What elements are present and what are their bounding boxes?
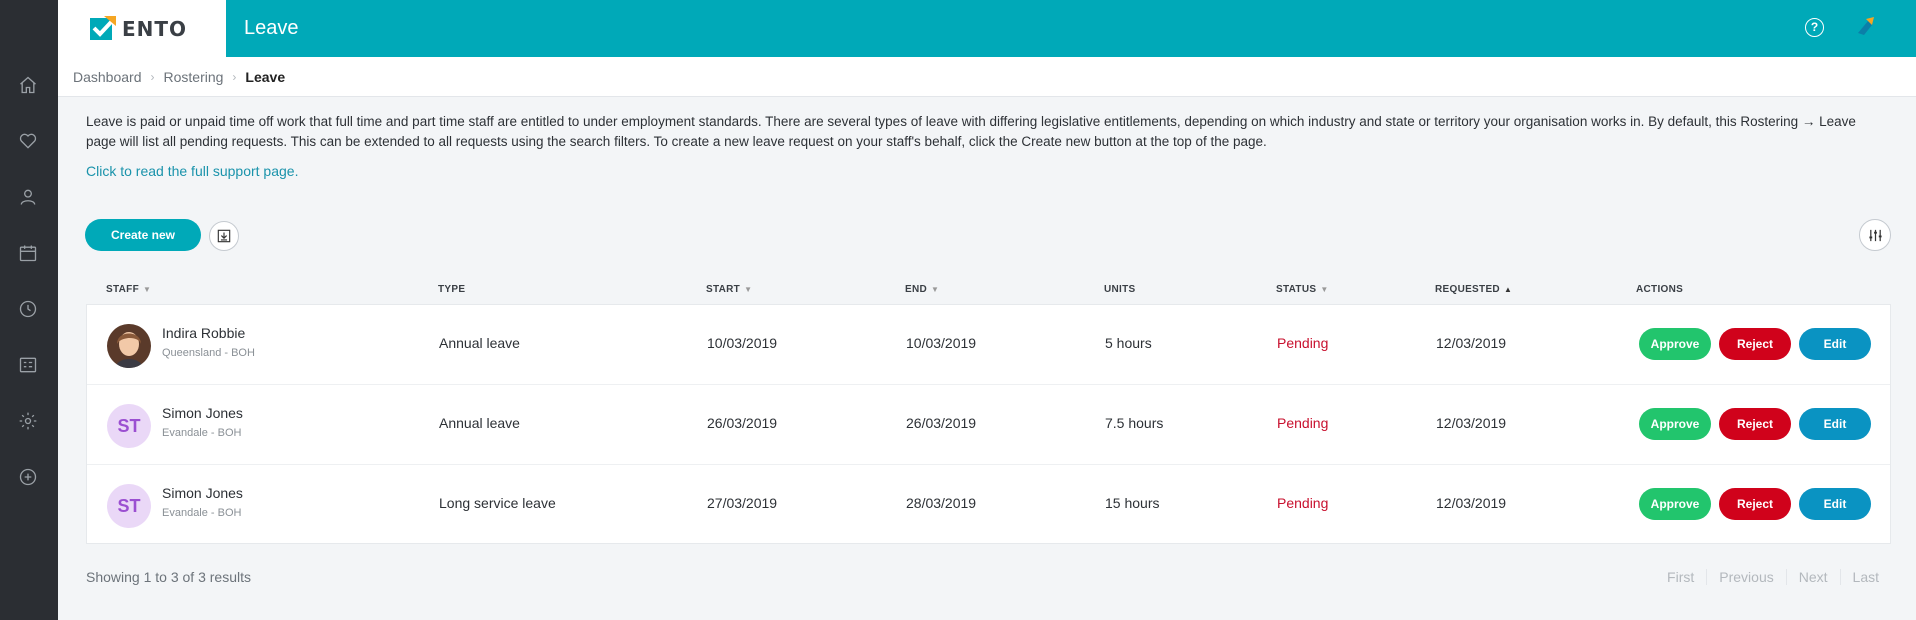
support-page-link[interactable]: Click to read the full support page. <box>86 163 298 179</box>
avatar: ST <box>107 484 151 528</box>
top-header: Leave ? <box>226 0 1916 57</box>
breadcrumb-rostering[interactable]: Rostering <box>164 69 224 85</box>
approve-button[interactable]: Approve <box>1639 328 1711 360</box>
units: 15 hours <box>1105 495 1160 511</box>
status-label: Pending <box>1277 335 1329 351</box>
staff-name[interactable]: Indira Robbie <box>162 325 245 341</box>
sort-icon: ▼ <box>744 285 753 294</box>
gear-icon[interactable] <box>17 410 39 432</box>
sliders-icon <box>1868 229 1882 241</box>
app-logo[interactable]: ENTO <box>58 0 226 57</box>
table-row: ST Simon Jones Evandale - BOH Long servi… <box>87 465 1890 545</box>
column-type: TYPE <box>438 284 466 295</box>
checklist-icon[interactable] <box>17 354 39 376</box>
table-row: Indira Robbie Queensland - BOH Annual le… <box>87 305 1890 385</box>
reject-button[interactable]: Reject <box>1719 488 1791 520</box>
filter-settings-button[interactable] <box>1859 219 1891 251</box>
column-end[interactable]: END ▼ <box>905 284 939 295</box>
results-summary: Showing 1 to 3 of 3 results <box>86 569 251 585</box>
breadcrumb: Dashboard › Rostering › Leave <box>58 57 1916 97</box>
column-start[interactable]: START ▼ <box>706 284 752 295</box>
breadcrumb-leave: Leave <box>245 68 286 85</box>
sort-icon: ▼ <box>142 285 152 294</box>
sidebar <box>0 0 58 620</box>
end-date: 10/03/2019 <box>906 335 977 351</box>
pager-previous[interactable]: Previous <box>1706 569 1785 585</box>
help-icon[interactable]: ? <box>1805 18 1824 37</box>
page-title: Leave <box>244 17 299 39</box>
user-icon[interactable] <box>17 186 39 208</box>
sort-asc-icon: ▲ <box>1503 285 1513 294</box>
pager-first[interactable]: First <box>1655 569 1706 585</box>
intro-text: Leave is paid or unpaid time off work th… <box>86 114 1856 149</box>
start-date: 27/03/2019 <box>707 495 778 511</box>
leave-type: Annual leave <box>439 335 520 351</box>
column-actions: ACTIONS <box>1636 284 1684 295</box>
status-label: Pending <box>1277 495 1329 511</box>
pagination: First Previous Next Last <box>1655 569 1891 585</box>
ento-logo-icon <box>90 15 116 42</box>
download-icon <box>217 229 231 243</box>
clock-icon[interactable] <box>17 298 39 320</box>
end-date: 28/03/2019 <box>906 495 977 511</box>
end-date: 26/03/2019 <box>906 415 977 431</box>
reject-button[interactable]: Reject <box>1719 328 1791 360</box>
download-button[interactable] <box>209 221 239 251</box>
units: 5 hours <box>1105 335 1152 351</box>
edit-button[interactable]: Edit <box>1799 328 1871 360</box>
staff-location: Evandale - BOH <box>162 427 242 439</box>
requested-date: 12/03/2019 <box>1436 335 1507 351</box>
leave-type: Long service leave <box>439 495 556 511</box>
staff-name[interactable]: Simon Jones <box>162 485 243 501</box>
heart-icon[interactable] <box>17 130 39 152</box>
plus-circle-icon[interactable] <box>17 466 39 488</box>
logo-text: ENTO <box>122 16 188 41</box>
pager-next[interactable]: Next <box>1785 569 1840 585</box>
approve-button[interactable]: Approve <box>1639 408 1711 440</box>
staff-location: Queensland - BOH <box>162 347 255 359</box>
column-units: UNITS <box>1104 284 1136 295</box>
start-date: 10/03/2019 <box>707 335 778 351</box>
home-icon[interactable] <box>17 74 39 96</box>
edit-button[interactable]: Edit <box>1799 488 1871 520</box>
leave-type: Annual leave <box>439 415 520 431</box>
sort-icon: ▼ <box>1320 285 1329 294</box>
avatar: ST <box>107 404 151 448</box>
create-new-button[interactable]: Create new <box>85 219 201 251</box>
reject-button[interactable]: Reject <box>1719 408 1791 440</box>
leave-table: Indira Robbie Queensland - BOH Annual le… <box>86 304 1891 544</box>
units: 7.5 hours <box>1105 415 1164 431</box>
column-staff[interactable]: STAFF ▼ <box>106 284 151 295</box>
staff-location: Evandale - BOH <box>162 507 242 519</box>
breadcrumb-separator: › <box>232 69 237 84</box>
breadcrumb-dashboard[interactable]: Dashboard <box>73 69 142 85</box>
sort-icon: ▼ <box>931 285 940 294</box>
approve-button[interactable]: Approve <box>1639 488 1711 520</box>
status-label: Pending <box>1277 415 1329 431</box>
requested-date: 12/03/2019 <box>1436 415 1507 431</box>
table-row: ST Simon Jones Evandale - BOH Annual lea… <box>87 385 1890 465</box>
calendar-icon[interactable] <box>17 242 39 264</box>
table-header: STAFF ▼ TYPE START ▼ END ▼ UNITS STATUS ▼ RE… <box>86 280 1891 304</box>
requested-date: 12/03/2019 <box>1436 495 1507 511</box>
staff-name[interactable]: Simon Jones <box>162 405 243 421</box>
avatar <box>107 324 151 368</box>
pager-last[interactable]: Last <box>1839 569 1891 585</box>
column-requested[interactable]: REQUESTED ▲ <box>1435 284 1512 295</box>
user-menu-icon[interactable] <box>1856 15 1878 37</box>
start-date: 26/03/2019 <box>707 415 778 431</box>
edit-button[interactable]: Edit <box>1799 408 1871 440</box>
breadcrumb-separator: › <box>150 69 155 84</box>
column-status[interactable]: STATUS ▼ <box>1276 284 1329 295</box>
